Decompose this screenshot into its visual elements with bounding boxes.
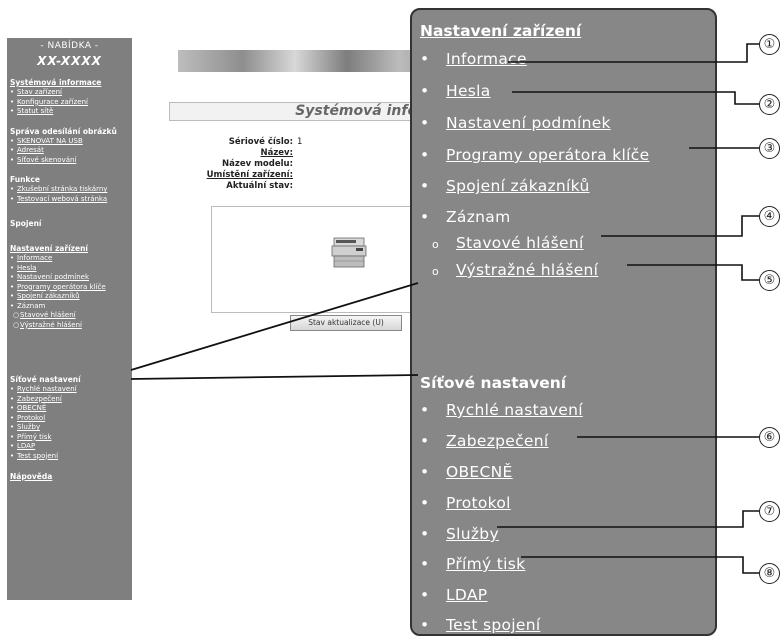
callout-number-6: ⑥ bbox=[759, 427, 780, 448]
callout-line-5 bbox=[627, 264, 760, 281]
callout-line-4 bbox=[601, 215, 760, 237]
callout-line-2 bbox=[512, 91, 760, 105]
callout-number-1: ① bbox=[759, 34, 780, 55]
callout-line-7 bbox=[497, 510, 760, 528]
callout-line-8 bbox=[521, 556, 760, 574]
callout-line-1 bbox=[508, 43, 760, 63]
callout-number-5: ⑤ bbox=[759, 270, 780, 291]
callout-number-2: ② bbox=[759, 94, 780, 115]
callout-number-8: ⑧ bbox=[759, 563, 780, 584]
callout-number-7: ⑦ bbox=[759, 501, 780, 522]
zoom-connector-line bbox=[130, 374, 419, 380]
callout-number-3: ③ bbox=[759, 138, 780, 159]
zoom-connector-line bbox=[130, 282, 419, 371]
callout-number-4: ④ bbox=[759, 206, 780, 227]
callout-lines bbox=[130, 43, 760, 574]
